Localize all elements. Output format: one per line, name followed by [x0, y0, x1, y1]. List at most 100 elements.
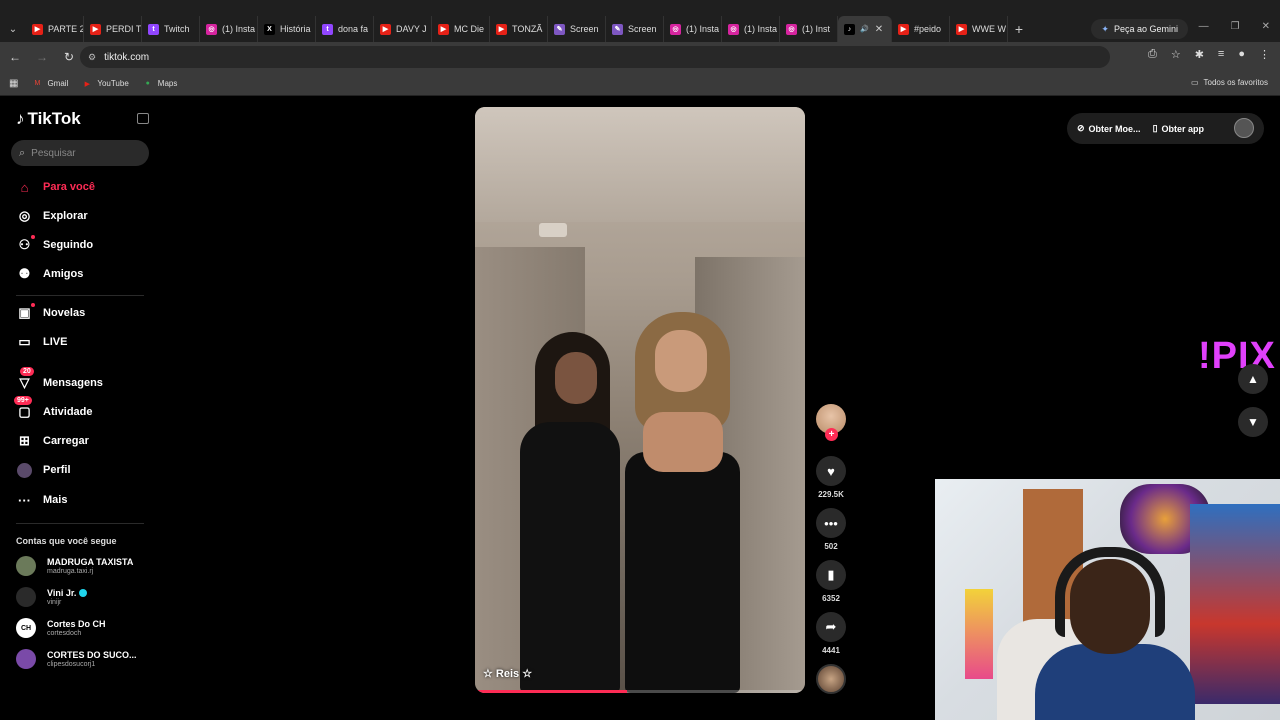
browser-tab[interactable]: ▶ WWE W [950, 16, 1008, 42]
tab-label: História [280, 24, 311, 34]
account-avatar: CH [16, 618, 36, 638]
bookmark-icon: ▮ [816, 560, 846, 590]
apps-grid-icon[interactable]: ▦ [9, 78, 18, 89]
browser-tab[interactable]: ◎ (1) Inst [780, 16, 838, 42]
close-tab-icon[interactable]: ✕ [875, 24, 883, 35]
audio-playing-icon[interactable]: 🔊 [860, 25, 869, 33]
tab-favicon-icon: ▶ [438, 23, 449, 35]
browser-tab-bar: ⌄ ▶ PARTE 2 ▶ PERDI T t Twitch ◎ (1) Insta X Hist… [0, 0, 1280, 42]
followed-account[interactable]: MADRUGA TAXISTA madruga.taxi.rj [16, 554, 133, 578]
followed-account[interactable]: CORTES DO SUCO... clipesdosucorj1 [16, 647, 137, 671]
divider [16, 523, 144, 524]
collapse-sidebar-icon[interactable] [137, 113, 149, 124]
nav-live[interactable]: ▭ LIVE [16, 332, 67, 352]
webcam-person [1035, 644, 1195, 720]
tab-search-chevron-icon[interactable]: ⌄ [0, 16, 26, 42]
tab-label: Twitch [164, 24, 190, 34]
user-avatar[interactable] [1234, 118, 1254, 138]
browser-tab[interactable]: t dona fa [316, 16, 374, 42]
site-info-icon[interactable]: ⚙ [88, 52, 96, 63]
activity-icon: ▢ 99+ [14, 395, 33, 421]
new-tab-icon[interactable]: + [1008, 21, 1030, 37]
browser-tab[interactable]: ◎ (1) Insta [664, 16, 722, 42]
share-button[interactable]: ➦ 4441 [815, 612, 847, 655]
tab-favicon-icon: ▶ [380, 23, 391, 35]
maximize-icon[interactable]: ❐ [1231, 21, 1240, 32]
notification-dot [31, 234, 35, 239]
share-count: 4441 [822, 646, 840, 655]
comment-count: 502 [824, 542, 838, 551]
install-app-icon[interactable]: ⎙ [1148, 48, 1157, 61]
tab-label: #peido [914, 24, 942, 34]
browser-nav-bar: ← → ↻ ⚙ tiktok.com ⎙ ☆ ✱ ≡ ● ⋮ [0, 42, 1280, 72]
bookmark-item[interactable]: M Gmail [32, 79, 69, 89]
browser-tab[interactable]: ▶ MC Die [432, 16, 490, 42]
chevron-up-icon: ▲ [1247, 372, 1259, 386]
browser-tab[interactable]: ▶ TONZÃ [490, 16, 548, 42]
nav-explore[interactable]: ◎ Explorar [16, 206, 88, 226]
browser-tab[interactable]: t Twitch [142, 16, 200, 42]
webcam-scene [1190, 504, 1280, 704]
browser-tab[interactable]: X História [258, 16, 316, 42]
activity-badge: 99+ [14, 395, 32, 405]
minimize-icon[interactable]: — [1199, 21, 1209, 32]
profile-avatar-icon[interactable]: ● [1238, 48, 1245, 61]
bookmark-item[interactable]: ▶ YouTube [82, 79, 129, 89]
tab-favicon-icon: ▶ [90, 23, 101, 35]
tiktok-note-icon: ♪ [16, 109, 25, 128]
bookmark-item[interactable]: ● Maps [143, 79, 178, 89]
bookmark-favicon-icon: ▶ [84, 80, 91, 88]
nav-novelas[interactable]: ▣ Novelas [16, 302, 85, 323]
browser-tab[interactable]: ✎ Screen [606, 16, 664, 42]
account-name: MADRUGA TAXISTA [47, 556, 134, 567]
nav-for-you[interactable]: ⌂ Para você [16, 177, 95, 197]
browser-menu-icon[interactable]: ⋮ [1259, 48, 1270, 61]
comment-button[interactable]: ••• 502 [815, 508, 847, 551]
browser-tab[interactable]: ✎ Screen [548, 16, 606, 42]
like-button[interactable]: ♥ 229.5K [815, 456, 847, 499]
reload-icon[interactable]: ↻ [57, 50, 81, 64]
video-player[interactable]: ☆ Reis ☆ [475, 107, 805, 693]
search-input[interactable] [31, 147, 132, 159]
video-progress-bar[interactable] [475, 690, 805, 693]
back-icon[interactable]: ← [3, 50, 27, 64]
bookmark-star-icon[interactable]: ☆ [1171, 48, 1181, 61]
browser-tab[interactable]: ▶ DAVY J [374, 16, 432, 42]
nav-messages[interactable]: ▽ 20 Mensagens [16, 366, 103, 393]
next-video-button[interactable]: ▼ [1238, 407, 1268, 437]
browser-tab[interactable]: ◎ (1) Insta [722, 16, 780, 42]
address-bar[interactable]: ⚙ tiktok.com [80, 46, 1110, 68]
followed-account[interactable]: Vini Jr. vinijr [16, 585, 88, 609]
get-app-button[interactable]: Obter app [1162, 124, 1205, 134]
browser-tab[interactable]: ♪ 🔊 ✕ [838, 16, 892, 42]
close-window-icon[interactable]: ✕ [1262, 21, 1270, 32]
gemini-button[interactable]: ✦ Peça ao Gemini [1091, 19, 1188, 39]
browser-tab[interactable]: ▶ PARTE 2 [26, 16, 84, 42]
browser-tab[interactable]: ◎ (1) Insta [200, 16, 258, 42]
nav-activity[interactable]: ▢ 99+ Atividade [14, 395, 93, 422]
coin-icon: ⊘ [1077, 123, 1085, 133]
follow-plus-icon[interactable]: + [825, 428, 838, 441]
browser-tab[interactable]: ▶ #peido [892, 16, 950, 42]
tab-favicon-icon: t [148, 23, 159, 35]
webcam-overlay [935, 479, 1280, 720]
nav-friends[interactable]: ⚉ Amigos [16, 264, 84, 284]
nav-upload[interactable]: ⊞ Carregar [16, 431, 89, 451]
all-bookmarks[interactable]: ▭ Todos os favoritos [1191, 78, 1268, 87]
nav-following[interactable]: ⚇ Seguindo [16, 234, 93, 255]
browser-tab[interactable]: ▶ PERDI T [84, 16, 142, 42]
previous-video-button[interactable]: ▲ [1238, 364, 1268, 394]
extensions-icon[interactable]: ✱ [1195, 48, 1204, 61]
upload-plus-icon: ⊞ [19, 433, 30, 448]
nav-more[interactable]: ··· Mais [16, 490, 67, 510]
video-caption[interactable]: ☆ Reis ☆ [483, 667, 532, 680]
tiktok-logo[interactable]: ♪ TikTok [16, 109, 81, 129]
nav-profile[interactable]: Perfil [16, 460, 71, 480]
music-disc-icon[interactable] [816, 664, 846, 694]
media-control-icon[interactable]: ≡ [1218, 48, 1224, 61]
get-coins-button[interactable]: Obter Moe... [1089, 124, 1141, 134]
search-bar[interactable]: ⌕ [11, 140, 149, 166]
save-button[interactable]: ▮ 6352 [815, 560, 847, 603]
followed-account[interactable]: CH Cortes Do CH cortesdoch [16, 616, 106, 640]
forward-icon[interactable]: → [30, 50, 54, 64]
